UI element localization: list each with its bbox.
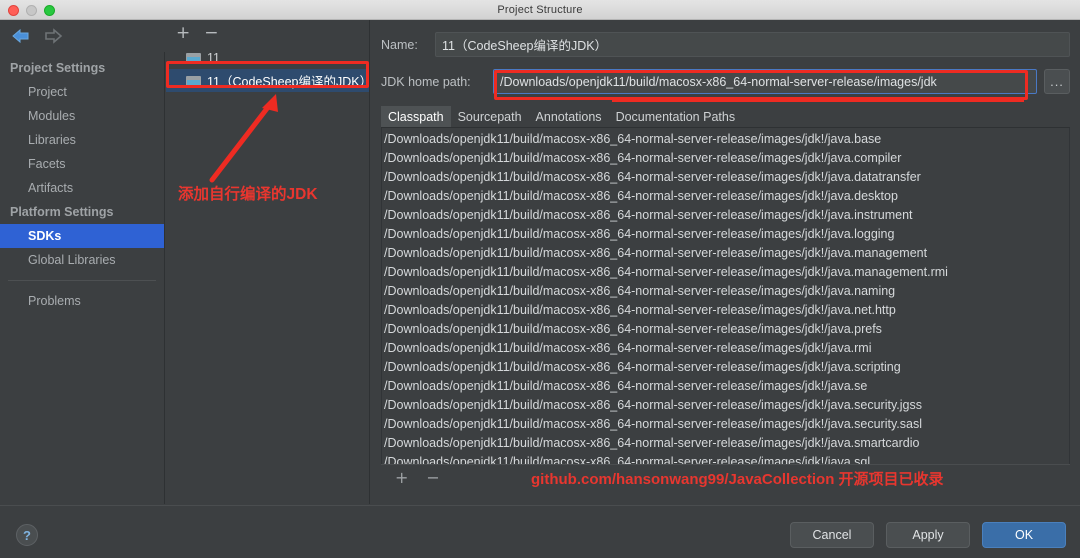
add-classpath-icon[interactable]: + xyxy=(395,470,408,486)
sidebar-item-sdks[interactable]: SDKs xyxy=(0,224,164,248)
classpath-list-row[interactable]: /Downloads/openjdk11/build/macosx-x86_64… xyxy=(382,434,1069,453)
dialog-actions: Cancel Apply OK xyxy=(790,522,1066,548)
classpath-list-row[interactable]: /Downloads/openjdk11/build/macosx-x86_64… xyxy=(382,130,1069,149)
classpath-list-row[interactable]: /Downloads/openjdk11/build/macosx-x86_64… xyxy=(382,453,1069,464)
back-arrow-icon[interactable] xyxy=(8,24,34,48)
sidebar-item-facets[interactable]: Facets xyxy=(0,152,164,176)
tab-classpath[interactable]: Classpath xyxy=(381,106,451,127)
jdk-home-path-value: /Downloads/openjdk11/build/macosx-x86_64… xyxy=(500,75,937,89)
sidebar-item-modules[interactable]: Modules xyxy=(0,104,164,128)
sidebar-item-libraries[interactable]: Libraries xyxy=(0,128,164,152)
classpath-tabbar: Classpath Sourcepath Annotations Documen… xyxy=(381,106,1070,128)
navigation-bar xyxy=(0,20,165,52)
cancel-button[interactable]: Cancel xyxy=(790,522,874,548)
sidebar-group-platform-settings: Platform Settings xyxy=(0,200,164,224)
dialog-button-bar: ? Cancel Apply OK xyxy=(0,505,1080,558)
sdk-list-toolbar: + − xyxy=(166,20,369,46)
window-titlebar: Project Structure xyxy=(0,0,1080,20)
forward-arrow-icon[interactable] xyxy=(40,24,66,48)
ok-button[interactable]: OK xyxy=(982,522,1066,548)
tab-documentation-paths[interactable]: Documentation Paths xyxy=(609,106,743,127)
sidebar-item-problems[interactable]: Problems xyxy=(0,289,164,313)
name-input-value: 11（CodeSheep编译的JDK） xyxy=(442,35,607,54)
tree-row[interactable]: 11 xyxy=(166,46,369,69)
sidebar-item-project[interactable]: Project xyxy=(0,80,164,104)
classpath-list-row[interactable]: /Downloads/openjdk11/build/macosx-x86_64… xyxy=(382,282,1069,301)
remove-classpath-icon[interactable]: − xyxy=(426,470,439,486)
remove-sdk-icon[interactable]: − xyxy=(204,25,218,42)
jdk-folder-icon xyxy=(186,52,201,64)
classpath-list[interactable]: /Downloads/openjdk11/build/macosx-x86_64… xyxy=(381,128,1070,464)
tree-row-label: 11 xyxy=(207,51,220,65)
jdk-home-path-label: JDK home path: xyxy=(381,75,493,89)
classpath-list-row[interactable]: /Downloads/openjdk11/build/macosx-x86_64… xyxy=(382,301,1069,320)
classpath-list-row[interactable]: /Downloads/openjdk11/build/macosx-x86_64… xyxy=(382,320,1069,339)
classpath-list-row[interactable]: /Downloads/openjdk11/build/macosx-x86_64… xyxy=(382,396,1069,415)
classpath-list-row[interactable]: /Downloads/openjdk11/build/macosx-x86_64… xyxy=(382,168,1069,187)
watermark-text: github.com/hansonwang99/JavaCollection 开… xyxy=(531,468,944,489)
classpath-list-row[interactable]: /Downloads/openjdk11/build/macosx-x86_64… xyxy=(382,377,1069,396)
tab-sourcepath[interactable]: Sourcepath xyxy=(451,106,529,127)
classpath-list-row[interactable]: /Downloads/openjdk11/build/macosx-x86_64… xyxy=(382,187,1069,206)
browse-button[interactable]: ... xyxy=(1044,69,1070,94)
help-icon[interactable]: ? xyxy=(16,524,38,546)
annotation-arrow-icon xyxy=(196,88,296,184)
classpath-list-row[interactable]: /Downloads/openjdk11/build/macosx-x86_64… xyxy=(382,358,1069,377)
name-label: Name: xyxy=(381,38,435,52)
apply-button[interactable]: Apply xyxy=(886,522,970,548)
close-button[interactable] xyxy=(8,5,19,16)
name-row: Name: 11（CodeSheep编译的JDK） xyxy=(381,32,1070,57)
window-controls[interactable] xyxy=(8,5,55,16)
jdk-folder-icon xyxy=(186,75,201,87)
add-sdk-icon[interactable]: + xyxy=(176,25,190,42)
annotation-note-add-jdk: 添加自行编译的JDK xyxy=(178,182,318,204)
classpath-list-row[interactable]: /Downloads/openjdk11/build/macosx-x86_64… xyxy=(382,225,1069,244)
classpath-list-row[interactable]: /Downloads/openjdk11/build/macosx-x86_64… xyxy=(382,415,1069,434)
jdk-home-path-input[interactable]: /Downloads/openjdk11/build/macosx-x86_64… xyxy=(493,69,1037,94)
zoom-button[interactable] xyxy=(44,5,55,16)
name-input[interactable]: 11（CodeSheep编译的JDK） xyxy=(435,32,1070,57)
jdk-home-path-row: JDK home path: /Downloads/openjdk11/buil… xyxy=(381,69,1070,94)
minimize-button[interactable] xyxy=(26,5,37,16)
sdk-detail-panel: Name: 11（CodeSheep编译的JDK） JDK home path:… xyxy=(371,20,1080,504)
classpath-list-footer: + − github.com/hansonwang99/JavaCollecti… xyxy=(381,464,1070,490)
classpath-list-row[interactable]: /Downloads/openjdk11/build/macosx-x86_64… xyxy=(382,339,1069,358)
tab-annotations[interactable]: Annotations xyxy=(529,106,609,127)
sidebar-group-project-settings: Project Settings xyxy=(0,56,164,80)
annotation-underline-path xyxy=(612,98,1024,102)
sidebar-item-artifacts[interactable]: Artifacts xyxy=(0,176,164,200)
classpath-list-row[interactable]: /Downloads/openjdk11/build/macosx-x86_64… xyxy=(382,149,1069,168)
project-structure-dialog: Project Structure Project Settings Proje… xyxy=(0,0,1080,558)
classpath-list-row[interactable]: /Downloads/openjdk11/build/macosx-x86_64… xyxy=(382,206,1069,225)
sidebar-divider xyxy=(8,280,156,281)
classpath-list-row[interactable]: /Downloads/openjdk11/build/macosx-x86_64… xyxy=(382,263,1069,282)
settings-sidebar: Project Settings Project Modules Librari… xyxy=(0,52,165,504)
classpath-list-row[interactable]: /Downloads/openjdk11/build/macosx-x86_64… xyxy=(382,244,1069,263)
sidebar-item-global-libraries[interactable]: Global Libraries xyxy=(0,248,164,272)
window-title: Project Structure xyxy=(497,4,582,16)
